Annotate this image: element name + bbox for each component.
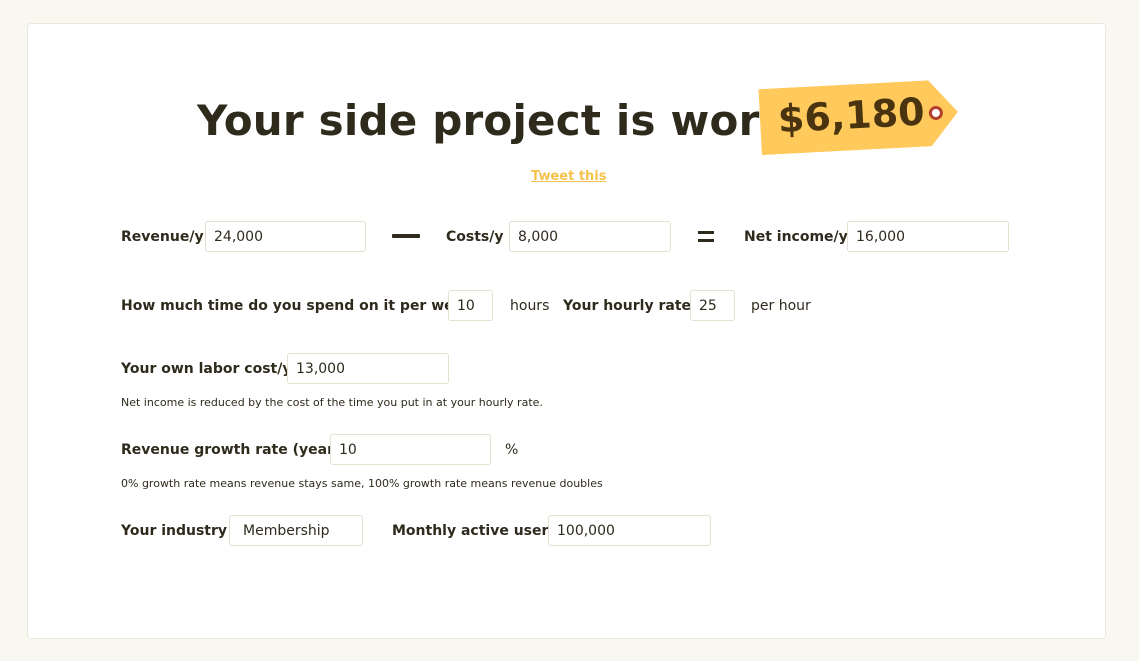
labor-cost-input[interactable]	[287, 353, 449, 384]
growth-rate-label: Revenue growth rate (yearly)	[121, 442, 355, 458]
percent-unit: %	[505, 442, 519, 458]
labor-cost-label: Your own labor cost/y	[121, 361, 292, 377]
minus-operator-icon	[392, 234, 420, 238]
calculator-card: Your side project is worth $6,180 Tweet …	[27, 23, 1106, 639]
price-tag: $6,180	[758, 79, 959, 156]
net-income-input[interactable]	[847, 221, 1009, 252]
monthly-active-users-input[interactable]	[548, 515, 711, 546]
revenue-label: Revenue/y	[121, 229, 204, 245]
valuation-amount: $6,180	[776, 89, 926, 142]
hourly-rate-input[interactable]	[690, 290, 735, 321]
hours-unit: hours	[510, 298, 550, 314]
tag-hole-icon	[928, 105, 943, 120]
costs-label: Costs/y	[446, 229, 504, 245]
growth-rate-note: 0% growth rate means revenue stays same,…	[121, 477, 603, 490]
net-income-label: Net income/y	[744, 229, 848, 245]
industry-input[interactable]	[229, 515, 363, 546]
industry-label: Your industry	[121, 523, 228, 539]
time-per-week-label: How much time do you spend on it per wee…	[121, 298, 481, 314]
hourly-rate-label: Your hourly rate	[563, 298, 692, 314]
revenue-input[interactable]	[205, 221, 366, 252]
headline: Your side project is worth	[197, 96, 810, 145]
costs-input[interactable]	[509, 221, 671, 252]
equals-operator-icon	[698, 231, 714, 243]
tweet-this-link[interactable]: Tweet this	[531, 169, 607, 184]
growth-rate-input[interactable]	[330, 434, 491, 465]
hours-per-week-input[interactable]	[448, 290, 493, 321]
monthly-active-users-label: Monthly active users	[392, 523, 557, 539]
labor-cost-note: Net income is reduced by the cost of the…	[121, 396, 543, 409]
per-hour-unit: per hour	[751, 298, 811, 314]
